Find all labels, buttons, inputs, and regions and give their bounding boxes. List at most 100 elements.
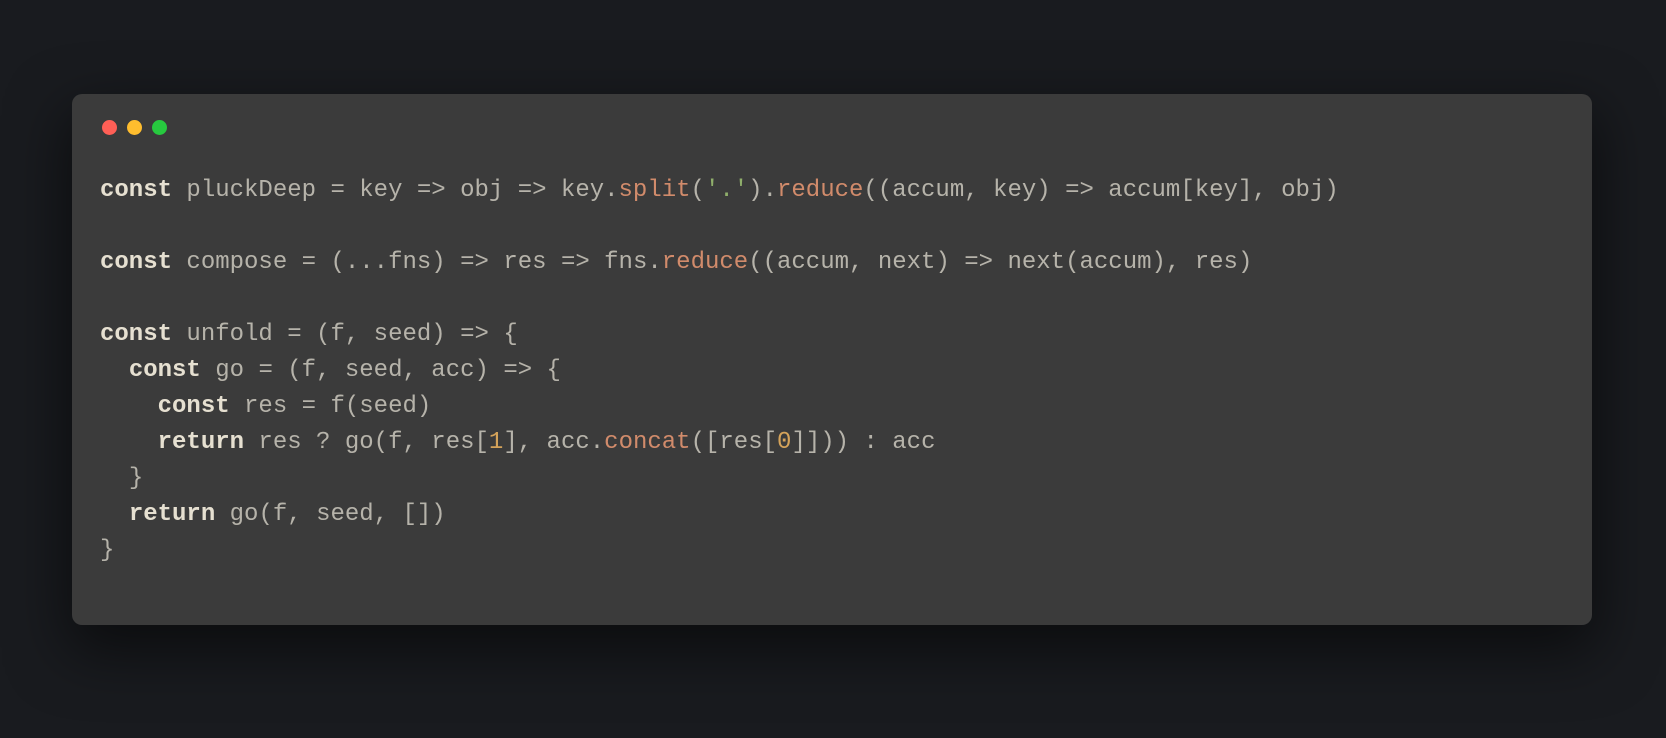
code-token-punc: [ (1180, 177, 1194, 204)
code-token-op: => (561, 249, 590, 276)
code-token-op: => (460, 249, 489, 276)
code-token-plain: go (201, 357, 259, 384)
code-token-plain (100, 465, 129, 492)
code-token-plain: acc (431, 357, 474, 384)
window-traffic-lights (102, 120, 1564, 135)
code-token-plain: key (345, 177, 417, 204)
code-token-plain: seed (374, 321, 432, 348)
code-token-plain: obj (446, 177, 518, 204)
code-token-plain (100, 429, 158, 456)
code-token-plain: f (388, 429, 402, 456)
code-token-keyword: return (158, 429, 244, 456)
code-token-punc: [ (475, 429, 489, 456)
code-token-punc: , (849, 249, 878, 276)
code-token-plain (316, 249, 330, 276)
code-token-punc: . (590, 429, 604, 456)
code-line: } (100, 465, 143, 492)
code-token-op: : (863, 429, 877, 456)
code-token-punc: ( (330, 249, 344, 276)
code-token-plain: accum (1079, 249, 1151, 276)
code-token-punc: ) (431, 249, 460, 276)
code-token-keyword: const (100, 177, 172, 204)
code-token-plain: accum (892, 177, 964, 204)
code-token-plain (532, 357, 546, 384)
code-token-punc: ]])) (791, 429, 863, 456)
code-token-op: => (518, 177, 547, 204)
code-line: return res ? go(f, res[1], acc.concat([r… (100, 429, 935, 456)
code-token-op: = (302, 249, 316, 276)
code-token-op: => (417, 177, 446, 204)
code-token-plain: f (330, 321, 344, 348)
code-token-punc: . (604, 177, 618, 204)
code-token-plain (100, 393, 158, 420)
code-token-punc: ), (1152, 249, 1195, 276)
code-token-plain: res (1195, 249, 1238, 276)
code-token-punc: ], (503, 429, 546, 456)
code-token-punc: , []) (374, 501, 446, 528)
code-token-plain: go (215, 501, 258, 528)
code-token-op: => (964, 249, 993, 276)
code-token-punc: (( (748, 249, 777, 276)
code-token-punc: ( (345, 393, 359, 420)
code-token-punc: ) (417, 393, 431, 420)
code-token-op: = (258, 357, 272, 384)
code-token-punc: , (287, 501, 316, 528)
code-token-punc: ], (1238, 177, 1281, 204)
code-token-punc: , (402, 357, 431, 384)
code-token-punc: ) (748, 177, 762, 204)
code-token-plain: seed (359, 393, 417, 420)
code-token-punc: ( (1065, 249, 1079, 276)
code-token-plain: pluckDeep (172, 177, 330, 204)
code-line: const unfold = (f, seed) => { (100, 321, 518, 348)
code-token-op: ... (345, 249, 388, 276)
code-token-plain: fns (590, 249, 648, 276)
code-token-punc: , (316, 357, 345, 384)
code-token-plain: next (878, 249, 936, 276)
code-token-plain: seed (345, 357, 403, 384)
code-token-number: 0 (777, 429, 791, 456)
code-line: const go = (f, seed, acc) => { (100, 357, 561, 384)
window-zoom-icon[interactable] (152, 120, 167, 135)
code-token-op: = (287, 321, 301, 348)
code-token-punc: ) (475, 357, 504, 384)
code-token-keyword: const (100, 321, 172, 348)
code-token-plain: res (489, 249, 561, 276)
code-token-plain: unfold (172, 321, 287, 348)
code-token-plain: next (993, 249, 1065, 276)
window-close-icon[interactable] (102, 120, 117, 135)
code-token-punc: ) (935, 249, 964, 276)
code-token-plain: f (316, 393, 345, 420)
code-token-plain (302, 321, 316, 348)
code-token-plain (100, 357, 129, 384)
code-token-punc: ) (431, 321, 460, 348)
code-token-op: = (302, 393, 316, 420)
code-token-op: ? (316, 429, 330, 456)
code-token-plain: acc (878, 429, 936, 456)
code-token-plain (100, 501, 129, 528)
code-token-op: = (330, 177, 344, 204)
code-token-method: reduce (777, 177, 863, 204)
code-token-punc: ( (374, 429, 388, 456)
code-token-plain: fns (388, 249, 431, 276)
window-minimize-icon[interactable] (127, 120, 142, 135)
code-token-number: 1 (489, 429, 503, 456)
code-token-plain: key (993, 177, 1036, 204)
code-token-punc: . (647, 249, 661, 276)
code-token-plain (489, 321, 503, 348)
code-token-keyword: return (129, 501, 215, 528)
code-token-punc: . (763, 177, 777, 204)
code-token-punc: { (503, 321, 517, 348)
code-token-plain: key (547, 177, 605, 204)
code-token-op: => (460, 321, 489, 348)
code-token-punc: } (100, 537, 114, 564)
code-token-plain: accum (777, 249, 849, 276)
code-token-plain: compose (172, 249, 302, 276)
code-token-plain: f (273, 501, 287, 528)
code-block: const pluckDeep = key => obj => key.spli… (100, 173, 1564, 569)
code-token-punc: , (402, 429, 431, 456)
code-token-keyword: const (129, 357, 201, 384)
code-line: const pluckDeep = key => obj => key.spli… (100, 177, 1339, 204)
code-token-punc: ( (258, 501, 272, 528)
code-line: return go(f, seed, []) (100, 501, 446, 528)
code-token-plain (273, 357, 287, 384)
